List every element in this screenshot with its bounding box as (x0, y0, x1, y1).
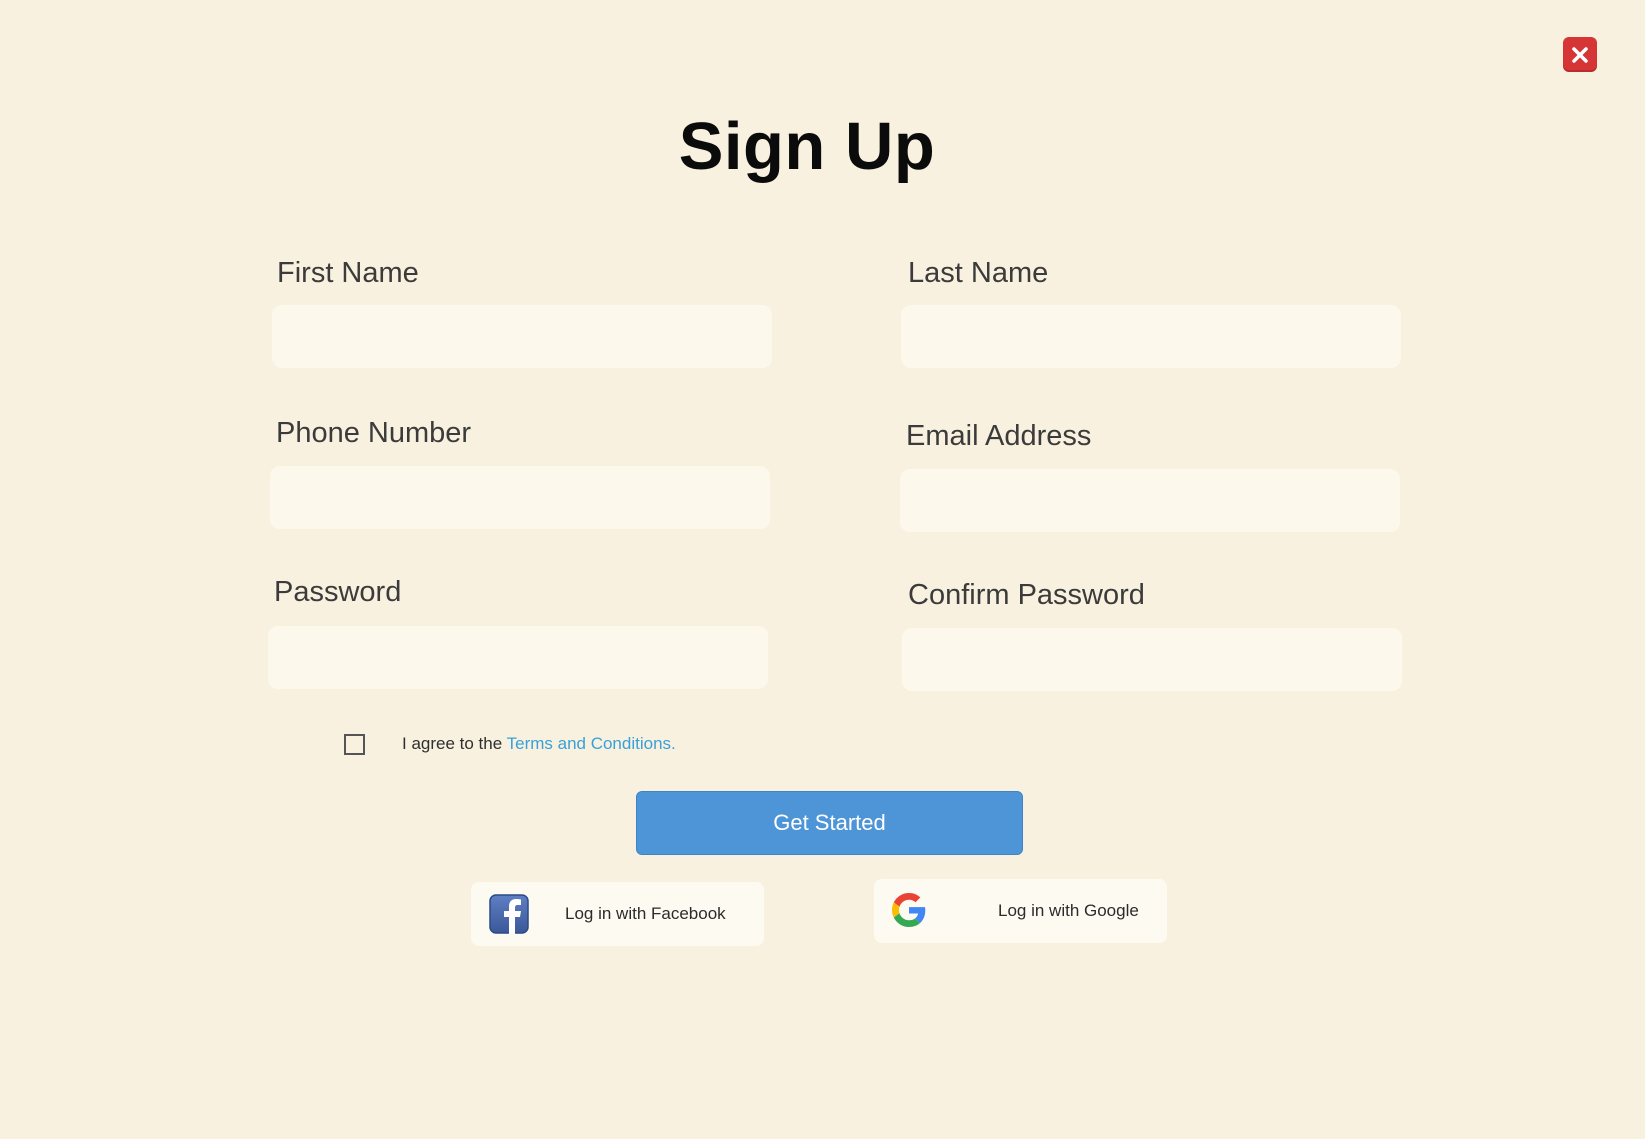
facebook-login-label: Log in with Facebook (565, 904, 726, 923)
last-name-input[interactable] (901, 305, 1401, 368)
phone-number-label: Phone Number (276, 417, 472, 449)
first-name-input[interactable] (272, 305, 772, 368)
terms-agreement-prefix: I agree to the (402, 734, 507, 753)
confirm-password-label: Confirm Password (908, 579, 1145, 611)
google-icon (892, 893, 926, 927)
close-button[interactable] (1563, 37, 1597, 72)
password-input[interactable] (268, 626, 768, 689)
terms-checkbox[interactable] (344, 734, 365, 755)
email-address-input[interactable] (900, 469, 1400, 532)
phone-number-input[interactable] (270, 466, 770, 529)
confirm-password-input[interactable] (902, 628, 1402, 691)
password-label: Password (274, 576, 402, 608)
terms-link[interactable]: Terms and Conditions. (507, 734, 676, 753)
page-title: Sign Up (678, 109, 936, 184)
facebook-icon (489, 894, 529, 934)
facebook-login-button[interactable]: Log in with Facebook (471, 882, 764, 946)
email-address-label: Email Address (906, 420, 1092, 452)
get-started-button[interactable]: Get Started (636, 791, 1023, 855)
google-login-button[interactable]: Log in with Google (874, 879, 1167, 943)
first-name-label: First Name (277, 257, 419, 289)
google-login-label: Log in with Google (998, 901, 1139, 920)
last-name-label: Last Name (908, 257, 1049, 289)
close-icon (1572, 46, 1588, 63)
terms-agreement-text: I agree to the Terms and Conditions. (402, 734, 676, 754)
